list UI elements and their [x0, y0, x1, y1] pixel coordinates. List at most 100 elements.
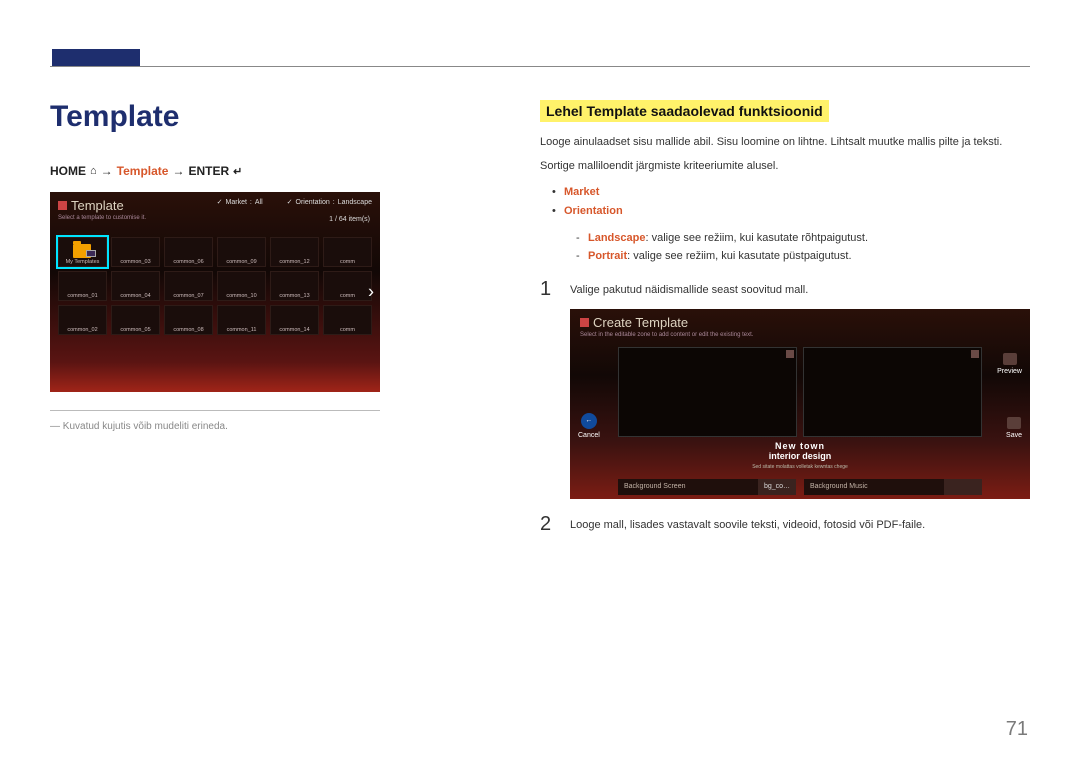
caption-line3: Sed sitate molattas volletak kewntas che…	[570, 464, 1030, 470]
cell-label: My Templates	[59, 259, 106, 265]
footnote-text: Kuvatud kujutis võib mudeliti erineda.	[63, 421, 228, 432]
cell-label: common_07	[165, 293, 212, 299]
template-cell[interactable]: common_13	[270, 271, 319, 301]
create-panel-subtitle: Select in the editable zone to add conte…	[580, 332, 1020, 338]
menu-orientation[interactable]: ✓Orientation:Landscape	[287, 198, 372, 206]
bullet-market: Market	[552, 183, 1030, 202]
caption-block: New town interior design Sed sitate mola…	[570, 441, 1030, 470]
step-2-number: 2	[540, 513, 558, 536]
accent-bar	[52, 49, 140, 67]
template-cell[interactable]: common_11	[217, 305, 266, 335]
menu-orient-value: Landscape	[338, 199, 372, 206]
panel-title-icon	[580, 318, 589, 327]
breadcrumb-home: HOME	[50, 164, 86, 178]
preview-label: Preview	[997, 368, 1022, 375]
intro-text-2: Sortige malliloendit järgmiste kriteeriu…	[540, 158, 1030, 176]
caption-line2: interior design	[570, 451, 1030, 461]
template-cell[interactable]: common_12	[270, 237, 319, 267]
template-grid: My Templates common_03 common_06 common_…	[58, 237, 372, 335]
bottom-tabs: Background Screen bg_co… Background Musi…	[618, 479, 982, 495]
bullet-market-label: Market	[564, 186, 599, 198]
item-count: 1 / 64 item(s)	[329, 216, 370, 223]
footnote: ― Kuvatud kujutis võib mudeliti erineda.	[50, 421, 390, 432]
check-icon: ✓	[287, 198, 293, 206]
cell-label: comm	[324, 293, 371, 299]
footnote-dash: ―	[50, 421, 60, 432]
step-2-text: Looge mall, lisades vastavalt soovile te…	[570, 513, 925, 536]
content-slot-1[interactable]	[618, 347, 797, 437]
cell-label: common_03	[112, 259, 159, 265]
template-cell[interactable]: common_03	[111, 237, 160, 267]
intro-text-1: Looge ainulaadset sisu mallide abil. Sis…	[540, 134, 1030, 152]
cell-label: common_05	[112, 327, 159, 333]
step-1-number: 1	[540, 278, 558, 301]
cell-label: common_06	[165, 259, 212, 265]
template-cell[interactable]: common_04	[111, 271, 160, 301]
slot-handle-icon	[786, 350, 794, 358]
template-cell[interactable]: common_01	[58, 271, 107, 301]
content-slot-2[interactable]	[803, 347, 982, 437]
template-cell[interactable]: common_10	[217, 271, 266, 301]
preview-button[interactable]: Preview	[997, 353, 1022, 375]
template-cell[interactable]: common_05	[111, 305, 160, 335]
step-2: 2 Looge mall, lisades vastavalt soovile …	[540, 513, 1030, 536]
page-number: 71	[1006, 718, 1028, 741]
preview-icon	[1003, 353, 1017, 365]
sub-landscape: Landscape: valige see režiim, kui kasuta…	[576, 229, 1030, 248]
sub-landscape-text: : valige see režiim, kui kasutate rõhtpa…	[645, 232, 868, 244]
create-panel-title-text: Create Template	[593, 315, 688, 330]
template-cell[interactable]: common_07	[164, 271, 213, 301]
template-cell[interactable]: comm	[323, 271, 372, 301]
tab-bg-screen-value[interactable]: bg_co…	[758, 479, 796, 495]
template-cell[interactable]: common_02	[58, 305, 107, 335]
left-column: Template HOME ⌂ → Template → ENTER ↵ Tem…	[50, 100, 390, 536]
cell-label: common_13	[271, 293, 318, 299]
section-heading: Lehel Template saadaolevad funktsioonid	[540, 100, 829, 122]
cell-label: common_02	[59, 327, 106, 333]
bullet-list: Market Orientation Landscape: valige see…	[552, 183, 1030, 266]
breadcrumb-template: Template	[117, 164, 169, 178]
tab-bg-music-value[interactable]	[944, 479, 982, 495]
template-cell[interactable]: common_09	[217, 237, 266, 267]
tab-bg-screen[interactable]: Background Screen bg_co…	[618, 479, 796, 495]
cell-label: comm	[324, 327, 371, 333]
top-rule	[50, 66, 1030, 67]
template-cell[interactable]: comm	[323, 305, 372, 335]
template-cell[interactable]: My Templates	[58, 237, 107, 267]
bullet-orientation-label: Orientation	[564, 205, 623, 217]
menu-market[interactable]: ✓Market:All	[217, 198, 263, 206]
enter-icon: ↵	[233, 165, 242, 178]
panel-title-icon	[58, 201, 67, 210]
save-label: Save	[1006, 432, 1022, 439]
menu-orient-label: Orientation	[296, 199, 330, 206]
breadcrumb: HOME ⌂ → Template → ENTER ↵	[50, 164, 390, 178]
cancel-button[interactable]: ← Cancel	[578, 413, 600, 439]
cell-label: common_14	[271, 327, 318, 333]
cell-label: common_09	[218, 259, 265, 265]
cell-label: common_12	[271, 259, 318, 265]
sub-portrait-key: Portrait	[588, 250, 627, 262]
template-cell[interactable]: common_14	[270, 305, 319, 335]
home-icon: ⌂	[90, 165, 97, 177]
bullet-orientation: Orientation Landscape: valige see režiim…	[552, 202, 1030, 266]
page-title: Template	[50, 100, 390, 134]
tab-bg-music[interactable]: Background Music	[804, 479, 982, 495]
menu-market-value: All	[255, 199, 263, 206]
sub-portrait: Portrait: valige see režiim, kui kasutat…	[576, 247, 1030, 266]
panel-menu: ✓Market:All ✓Orientation:Landscape	[217, 198, 372, 206]
template-cell[interactable]: common_06	[164, 237, 213, 267]
chevron-right-icon[interactable]: ›	[368, 282, 374, 303]
cell-label: common_10	[218, 293, 265, 299]
thumb-icon	[86, 250, 96, 257]
template-cell[interactable]: comm	[323, 237, 372, 267]
tab-bg-music-label: Background Music	[804, 483, 944, 490]
step-1-text: Valige pakutud näidismallide seast soovi…	[570, 278, 808, 301]
sub-landscape-key: Landscape	[588, 232, 645, 244]
step-1: 1 Valige pakutud näidismallide seast soo…	[540, 278, 1030, 301]
cell-label: common_08	[165, 327, 212, 333]
cell-label: common_04	[112, 293, 159, 299]
divider	[50, 410, 380, 411]
breadcrumb-arrow-2: →	[172, 164, 184, 178]
template-cell[interactable]: common_08	[164, 305, 213, 335]
save-button[interactable]: Save	[1006, 417, 1022, 439]
